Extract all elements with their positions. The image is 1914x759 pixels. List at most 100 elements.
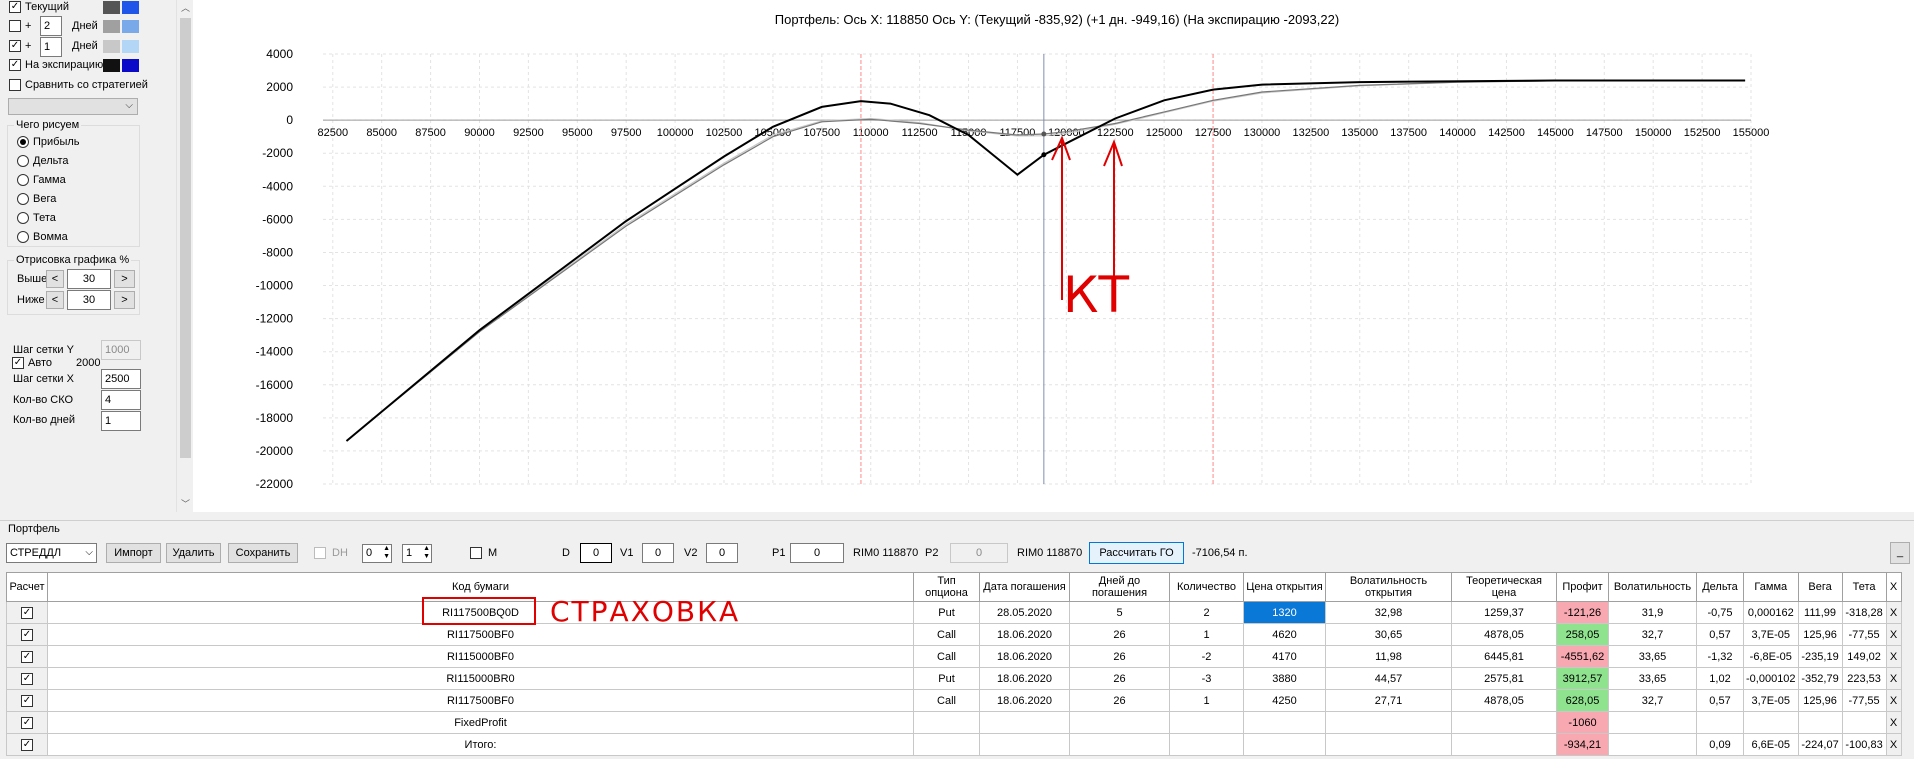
profit-cell[interactable]: 258,05 [1556,623,1609,646]
type-cell[interactable]: Call [913,689,980,712]
vega-cell[interactable]: 111,99 [1797,601,1843,624]
open-price-cell[interactable]: 4170 [1243,645,1326,668]
radio-vega[interactable] [17,193,29,205]
qty-cell[interactable]: -3 [1169,667,1244,690]
open-vol-cell[interactable]: 30,65 [1325,623,1452,646]
col-gamma[interactable]: Гамма [1743,572,1799,602]
calc-checkbox-cell[interactable]: ✓ [6,601,48,624]
theo-price-cell[interactable] [1451,733,1557,756]
scroll-down-icon[interactable]: ﹀ [177,496,194,512]
current-checkbox[interactable]: ✓ [9,1,21,13]
date-cell[interactable]: 18.06.2020 [979,623,1070,646]
days-1-swatch-blue[interactable] [122,40,139,53]
open-vol-cell[interactable]: 32,98 [1325,601,1452,624]
calc-checkbox-cell[interactable]: ✓ [6,733,48,756]
chart-svg[interactable]: Портфель: Ось X: 118850 Ось Y: (Текущий … [193,0,1914,512]
code-cell[interactable]: RI117500BF0 [47,689,914,712]
qty-cell[interactable] [1169,733,1244,756]
date-cell[interactable]: 18.06.2020 [979,645,1070,668]
v2-input[interactable]: 0 [706,543,738,563]
auto-checkbox[interactable]: ✓ [12,357,24,369]
delta-cell[interactable]: 0,57 [1696,689,1744,712]
col-open-vol[interactable]: Волатильность открытия [1325,572,1452,602]
open-vol-cell[interactable] [1325,733,1452,756]
scroll-up-icon[interactable]: ︿ [177,0,194,16]
code-cell[interactable]: RI115000BR0 [47,667,914,690]
calc-checkbox[interactable]: ✓ [21,695,33,707]
theta-cell[interactable]: 223,53 [1841,667,1887,690]
vol-cell[interactable] [1608,711,1697,734]
vega-cell[interactable] [1797,711,1843,734]
below-increase-button[interactable]: > [114,291,135,309]
gamma-cell[interactable]: 3,7E-05 [1743,623,1799,646]
remove-row-button[interactable]: X [1885,645,1902,668]
col-vega[interactable]: Вега [1797,572,1843,602]
calc-checkbox-cell[interactable]: ✓ [6,623,48,646]
col-remove[interactable]: X [1885,572,1902,602]
calc-checkbox-cell[interactable]: ✓ [6,711,48,734]
table-row[interactable]: ✓ RI117500BF0 Call 18.06.2020 26 1 4250 27,71 48… [6,689,1902,712]
minimize-button[interactable]: _ [1890,542,1910,564]
days-cell[interactable] [1069,733,1170,756]
days-cell[interactable]: 5 [1069,601,1170,624]
sko-input[interactable]: 4 [101,390,141,410]
qty-cell[interactable]: 2 [1169,601,1244,624]
calc-checkbox[interactable]: ✓ [21,739,33,751]
col-open-price[interactable]: Цена открытия [1243,572,1326,602]
gamma-cell[interactable]: -0,000102 [1743,667,1799,690]
p2-input[interactable]: 0 [950,543,1008,563]
vol-cell[interactable]: 32,7 [1608,689,1697,712]
vega-cell[interactable]: 125,96 [1797,689,1843,712]
code-cell[interactable]: Итого: [47,733,914,756]
col-theo-price[interactable]: Теоретическая цена [1451,572,1557,602]
calc-checkbox[interactable]: ✓ [21,651,33,663]
delta-cell[interactable]: 1,02 [1696,667,1744,690]
days-cell[interactable]: 26 [1069,623,1170,646]
theo-price-cell[interactable]: 4878,05 [1451,623,1557,646]
date-cell[interactable]: 18.06.2020 [979,689,1070,712]
date-cell[interactable]: 28.05.2020 [979,601,1070,624]
expiration-swatch-black[interactable] [103,59,120,72]
vol-cell[interactable]: 33,65 [1608,667,1697,690]
col-date[interactable]: Дата погашения [979,572,1070,602]
col-profit[interactable]: Профит [1556,572,1609,602]
remove-row-button[interactable]: X [1885,711,1902,734]
calc-checkbox[interactable]: ✓ [21,673,33,685]
d-input[interactable]: 0 [580,543,612,563]
radio-delta[interactable] [17,155,29,167]
type-cell[interactable]: Call [913,645,980,668]
col-theta[interactable]: Тета [1841,572,1887,602]
days-2-swatch-gray[interactable] [103,20,120,33]
calc-margin-button[interactable]: Рассчитать ГО [1089,542,1184,564]
grid-x-input[interactable]: 2500 [101,369,141,389]
m-checkbox[interactable] [470,547,482,559]
below-input[interactable]: 30 [67,290,111,310]
current-swatch-blue[interactable] [122,1,139,14]
open-price-cell[interactable] [1243,711,1326,734]
theo-price-cell[interactable]: 6445,81 [1451,645,1557,668]
open-price-cell[interactable]: 4620 [1243,623,1326,646]
table-row[interactable]: ✓ Итого: -934,21 0,09 6,6E-05 -224,07 -100,83 X [6,733,1902,756]
gamma-cell[interactable] [1743,711,1799,734]
type-cell[interactable] [913,733,980,756]
dh-spinner-a[interactable]: 0 ▲ ▼ [362,544,392,563]
open-price-cell[interactable]: 3880 [1243,667,1326,690]
open-vol-cell[interactable]: 27,71 [1325,689,1452,712]
open-vol-cell[interactable]: 11,98 [1325,645,1452,668]
radio-theta[interactable] [17,212,29,224]
grid-y-input[interactable]: 1000 [101,340,141,360]
qty-cell[interactable]: 1 [1169,689,1244,712]
open-vol-cell[interactable]: 44,57 [1325,667,1452,690]
profit-cell[interactable]: 628,05 [1556,689,1609,712]
table-row[interactable]: ✓ RI115000BR0 Put 18.06.2020 26 -3 3880 44,57 25… [6,667,1902,690]
col-type[interactable]: Тип опциона [913,572,980,602]
v1-input[interactable]: 0 [642,543,674,563]
theo-price-cell[interactable]: 1259,37 [1451,601,1557,624]
open-vol-cell[interactable] [1325,711,1452,734]
vega-cell[interactable]: -224,07 [1797,733,1843,756]
code-cell[interactable]: RI117500BF0 [47,623,914,646]
theo-price-cell[interactable]: 4878,05 [1451,689,1557,712]
strategy-select[interactable]: СТРЕДДЛ ⌵ [6,543,97,563]
remove-row-button[interactable]: X [1885,623,1902,646]
above-decrease-button[interactable]: < [46,270,64,288]
